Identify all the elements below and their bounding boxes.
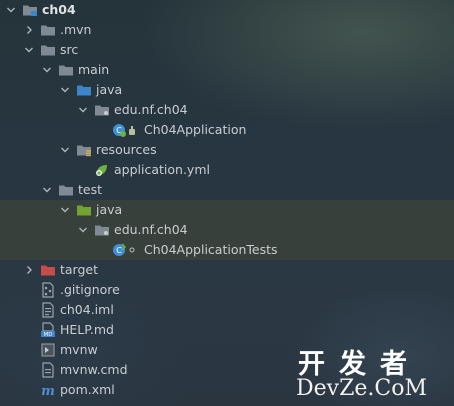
chevron-down-icon[interactable] (6, 5, 16, 15)
tree-item-label: pom.xml (60, 382, 115, 397)
chevron-down-icon[interactable] (60, 145, 70, 155)
tree-item-label: .gitignore (60, 282, 120, 297)
tree-item-label: edu.nf.ch04 (114, 102, 188, 117)
chevron-down-icon[interactable] (60, 205, 70, 215)
chevron-right-icon[interactable] (24, 25, 34, 35)
markdown-file-icon: MD (40, 322, 56, 338)
script-file-icon (40, 342, 56, 358)
tree-item-label: ch04 (42, 2, 76, 17)
tree-row[interactable]: .mvn (0, 20, 454, 40)
chevron-down-icon[interactable] (42, 185, 52, 195)
tree-item-label: main (78, 62, 110, 77)
iml-file-icon (40, 302, 56, 318)
tree-row[interactable]: C Ch04ApplicationTests (0, 240, 454, 260)
gitignore-file-icon (40, 282, 56, 298)
module-folder-icon (22, 2, 38, 18)
tree-row[interactable]: java (0, 200, 454, 220)
tree-row[interactable]: .gitignore (0, 280, 454, 300)
spring-boot-class-icon: C (112, 122, 138, 138)
tree-row[interactable]: MD HELP.md (0, 320, 454, 340)
tree-item-label: application.yml (114, 162, 210, 177)
tree-item-label: .mvn (60, 22, 92, 37)
tree-row[interactable]: main (0, 60, 454, 80)
tree-item-label: HELP.md (60, 322, 114, 337)
tree-row[interactable]: src (0, 40, 454, 60)
tree-item-label: target (60, 262, 99, 277)
folder-icon (40, 22, 56, 38)
tree-row[interactable]: C Ch04Application (0, 120, 454, 140)
source-folder-icon (76, 82, 92, 98)
chevron-down-icon[interactable] (60, 85, 70, 95)
chevron-right-icon[interactable] (24, 265, 34, 275)
tree-item-label: src (60, 42, 79, 57)
tree-row[interactable]: application.yml (0, 160, 454, 180)
tree-item-label: java (96, 82, 123, 97)
svg-text:C: C (116, 246, 122, 255)
tree-item-label: Ch04ApplicationTests (144, 242, 278, 257)
test-class-icon: C (112, 242, 138, 258)
tree-row[interactable]: edu.nf.ch04 (0, 220, 454, 240)
test-source-folder-icon (76, 202, 92, 218)
package-icon (94, 102, 110, 118)
tree-item-label: mvnw (60, 342, 98, 357)
folder-icon (58, 62, 74, 78)
svg-text:MD: MD (44, 332, 53, 338)
tree-row[interactable]: edu.nf.ch04 (0, 100, 454, 120)
folder-icon (58, 182, 74, 198)
folder-icon (40, 42, 56, 58)
site-watermark: 开发者 DevZe.CoM (296, 342, 454, 406)
tree-row[interactable]: test (0, 180, 454, 200)
tree-item-label: resources (96, 142, 157, 157)
tree-row[interactable]: resources (0, 140, 454, 160)
tree-item-label: mvnw.cmd (60, 362, 128, 377)
tree-item-label: ch04.iml (60, 302, 114, 317)
project-tree: ch04 .mvn src main java edu.nf.ch04 C Ch04Appli… (0, 0, 454, 400)
spring-yml-icon (94, 162, 110, 178)
tree-row[interactable]: ch04.iml (0, 300, 454, 320)
package-icon (94, 222, 110, 238)
tree-item-label: Ch04Application (144, 122, 247, 137)
excluded-folder-icon (40, 262, 56, 278)
svg-text:m: m (41, 384, 55, 398)
tree-row[interactable]: java (0, 80, 454, 100)
resources-folder-icon (76, 142, 92, 158)
chevron-down-icon[interactable] (24, 45, 34, 55)
tree-row[interactable]: ch04 (0, 0, 454, 20)
tree-item-label: edu.nf.ch04 (114, 222, 188, 237)
chevron-down-icon[interactable] (42, 65, 52, 75)
tree-row[interactable]: target (0, 260, 454, 280)
chevron-down-icon[interactable] (78, 225, 88, 235)
maven-pom-icon: m (40, 382, 56, 398)
chevron-down-icon[interactable] (78, 105, 88, 115)
tree-item-label: java (96, 202, 123, 217)
watermark-bottom-text: DevZe.CoM (296, 376, 427, 401)
tree-item-label: test (78, 182, 103, 197)
cmd-file-icon (40, 362, 56, 378)
